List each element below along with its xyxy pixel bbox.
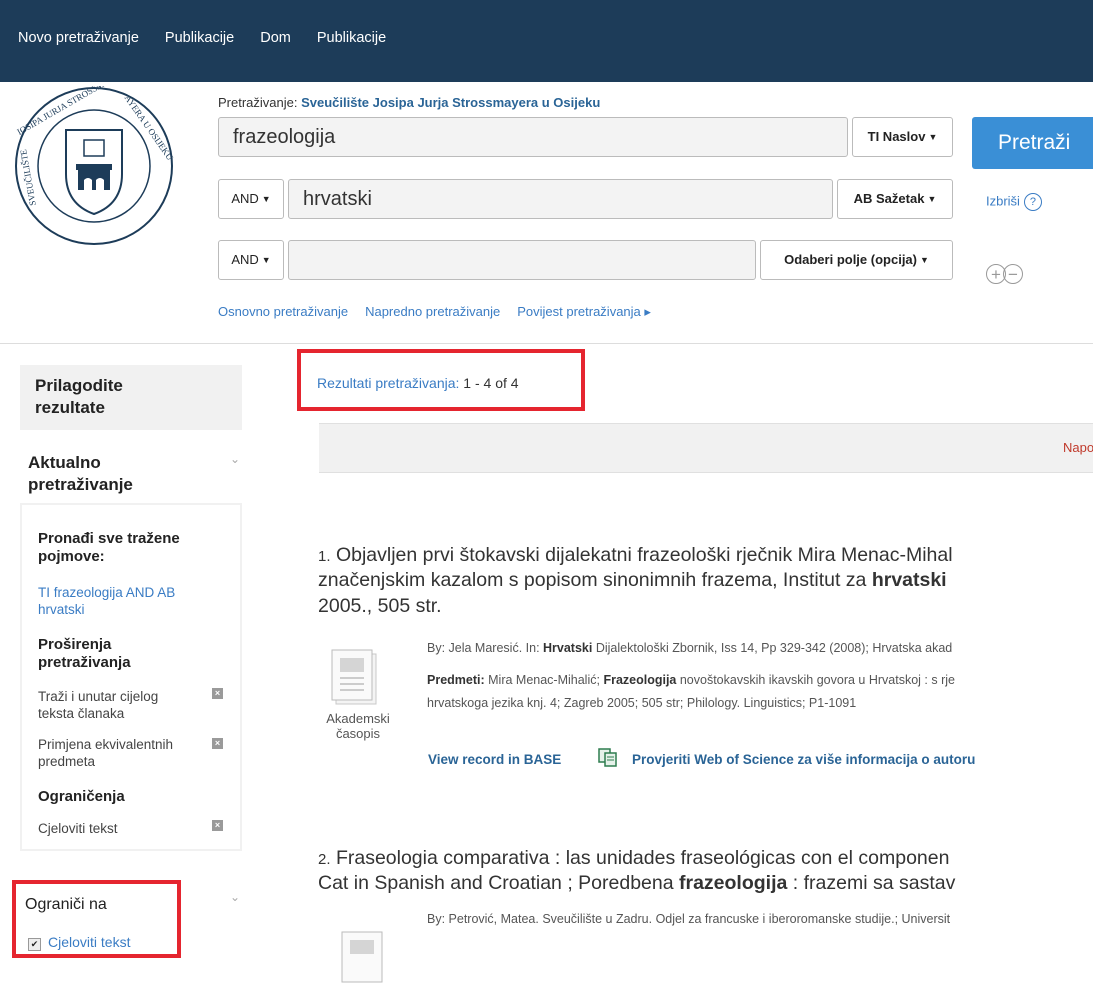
remove-row-icon[interactable]: − [1003,264,1023,284]
divider [0,343,1093,344]
operator-select-3[interactable]: AND ▼ [218,240,284,280]
search-input-2[interactable]: hrvatski [288,179,833,219]
web-of-science-icon[interactable] [598,748,618,768]
clear-label: Izbriši [986,193,1020,209]
limiters-heading: Ograničenja [38,788,125,805]
result-1-title-text-2: značenjskim kazalom s popisom sinonimnih… [318,569,872,591]
find-all-terms-heading: Pronađi sve tražene pojmove: [38,530,180,565]
expander-item-subjects: Primjena ekvivalentnih predmeta [38,737,174,769]
result-2-title-line-1[interactable]: 2. Fraseologia comparativa : las unidade… [318,846,949,872]
byline-part: Dijalektološki Zbornik, Iss 14, Pp 329-3… [592,641,953,655]
byline-highlight: Hrvatski [543,641,593,655]
result-2-title-text-2: Cat in Spanish and Croatian ; Poredbena [318,872,679,894]
search-button[interactable]: Pretraži [972,117,1093,169]
result-1-byline: By: Jela Maresić. In: Hrvatski Dijalekto… [427,641,952,655]
search-input-3[interactable] [288,240,756,280]
subjects-part: novoštokavskih ikavskih govora u Hrvatsk… [676,673,955,687]
academic-journal-icon[interactable] [340,930,392,992]
result-1-title-line-2[interactable]: značenjskim kazalom s popisom sinonimnih… [318,568,947,592]
academic-journal-icon[interactable] [330,648,382,710]
chevron-down-icon[interactable]: ⌄ [230,452,240,466]
operator-select-2[interactable]: AND ▼ [218,179,284,219]
nav-home[interactable]: Dom [260,30,291,46]
chevron-down-icon[interactable]: ⌄ [230,890,240,904]
field-select-3-label: Odaberi polje (opcija) [784,252,917,267]
nav-new-search[interactable]: Novo pretraživanje [18,30,139,46]
result-2-byline: By: Petrović, Matea. Sveučilište u Zadru… [427,912,951,926]
byline-part: By: Jela Maresić. In: [427,641,544,655]
subjects-part: Mira Menac-Mihalić; [484,673,604,687]
web-of-science-link[interactable]: Provjeriti Web of Science za više inform… [632,752,975,767]
highlight-box-results [297,349,585,411]
search-links: Osnovno pretraživanje Napredno pretraživa… [218,304,668,320]
operator-select-3-label: AND [231,252,259,267]
result-1-number: 1. [318,548,331,565]
result-1-title-highlight: hrvatski [871,569,947,591]
nav-publications[interactable]: Publikacije [165,30,234,46]
result-2-number: 2. [318,851,331,868]
remove-expander-icon[interactable]: × [212,738,223,749]
result-1-subjects: Predmeti: Mira Menac-Mihalić; Frazeologi… [427,673,955,687]
result-1-title-line-1[interactable]: 1. Objavljen prvi štokavski dijalekatni … [318,543,953,569]
operator-select-2-label: AND [231,191,259,206]
chevron-down-icon: ▼ [928,132,938,142]
search-label: Pretraživanje: [218,95,298,110]
clear-link[interactable]: Izbriši? [986,193,1042,211]
search-source[interactable]: Sveučilište Josipa Jurja Strossmayera u … [301,95,600,110]
remove-limiter-icon[interactable]: × [212,820,223,831]
current-search-heading[interactable]: Aktualno pretraživanje [28,452,198,496]
basic-search-link[interactable]: Osnovno pretraživanje [218,304,348,319]
result-2-title-text-1: Fraseologia comparativa : las unidades f… [335,847,950,869]
result-2-title-highlight: frazeologija [679,872,788,894]
field-select-1[interactable]: TI Naslov ▼ [852,117,953,157]
results-toolbar: Napo [319,423,1093,473]
field-select-3[interactable]: Odaberi polje (opcija) ▼ [760,240,953,280]
field-select-2[interactable]: AB Sažetak ▼ [837,179,953,219]
university-logo[interactable]: IOSIPA JURJA STROSSM SVEUČILIŠTE AYERA U… [14,79,200,272]
top-navigation-bar: Novo pretraživanje Publikacije Dom Publikac… [0,0,1093,82]
field-select-1-label: TI Naslov [867,129,926,144]
highlight-box-limit [12,880,181,958]
help-icon[interactable]: ? [1023,193,1042,211]
result-1-title-text-3: 2005., 505 str. [318,595,442,617]
result-2-title-text-3: : frazemi sa sastav [787,872,956,894]
result-1-publication-type: Akademski časopis [326,711,390,741]
search-history-link[interactable]: Povijest pretraživanja ▸ [517,304,651,319]
result-1-subjects-line-2: hrvatskoga jezika knj. 4; Zagreb 2005; 5… [427,696,857,710]
advanced-search-link[interactable]: Napredno pretraživanje [365,304,500,319]
result-1-title-text-1: Objavljen prvi štokavski dijalekatni fra… [335,544,953,566]
remove-expander-icon[interactable]: × [212,688,223,699]
chevron-down-icon: ▼ [261,255,271,265]
field-select-2-label: AB Sažetak [853,191,925,206]
subjects-label: Predmeti: [427,673,485,687]
result-2-title-line-2[interactable]: Cat in Spanish and Croatian ; Poredbena … [318,871,955,895]
chevron-down-icon: ▼ [920,255,929,265]
limiter-item-fulltext: Cjeloviti tekst [38,821,118,836]
sort-label[interactable]: Napo [1063,440,1093,455]
sidebar-title: Prilagodite rezultate [35,376,123,417]
nav-publications-2[interactable]: Publikacije [317,30,386,46]
nav-links: Novo pretraživanje Publikacije Dom Publikac… [18,30,412,46]
expander-item-fulltext: Traži i unutar cijelog teksta članaka [38,689,159,721]
result-1-title-line-3[interactable]: 2005., 505 str. [318,594,442,618]
chevron-down-icon: ▼ [261,194,271,204]
search-query-link[interactable]: TI frazeologija AND AB hrvatski [38,584,213,618]
search-input-1-value: frazeologija [233,126,336,148]
view-record-base-link[interactable]: View record in BASE [428,752,561,767]
subjects-highlight: Frazeologija [603,673,677,687]
chevron-down-icon: ▼ [927,194,937,204]
expanders-heading: Proširenja pretraživanja [38,636,131,671]
search-source-label: Pretraživanje: Sveučilište Josipa Jurja … [218,95,600,110]
search-input-1[interactable]: frazeologija [218,117,848,157]
search-input-2-value: hrvatski [303,188,372,210]
